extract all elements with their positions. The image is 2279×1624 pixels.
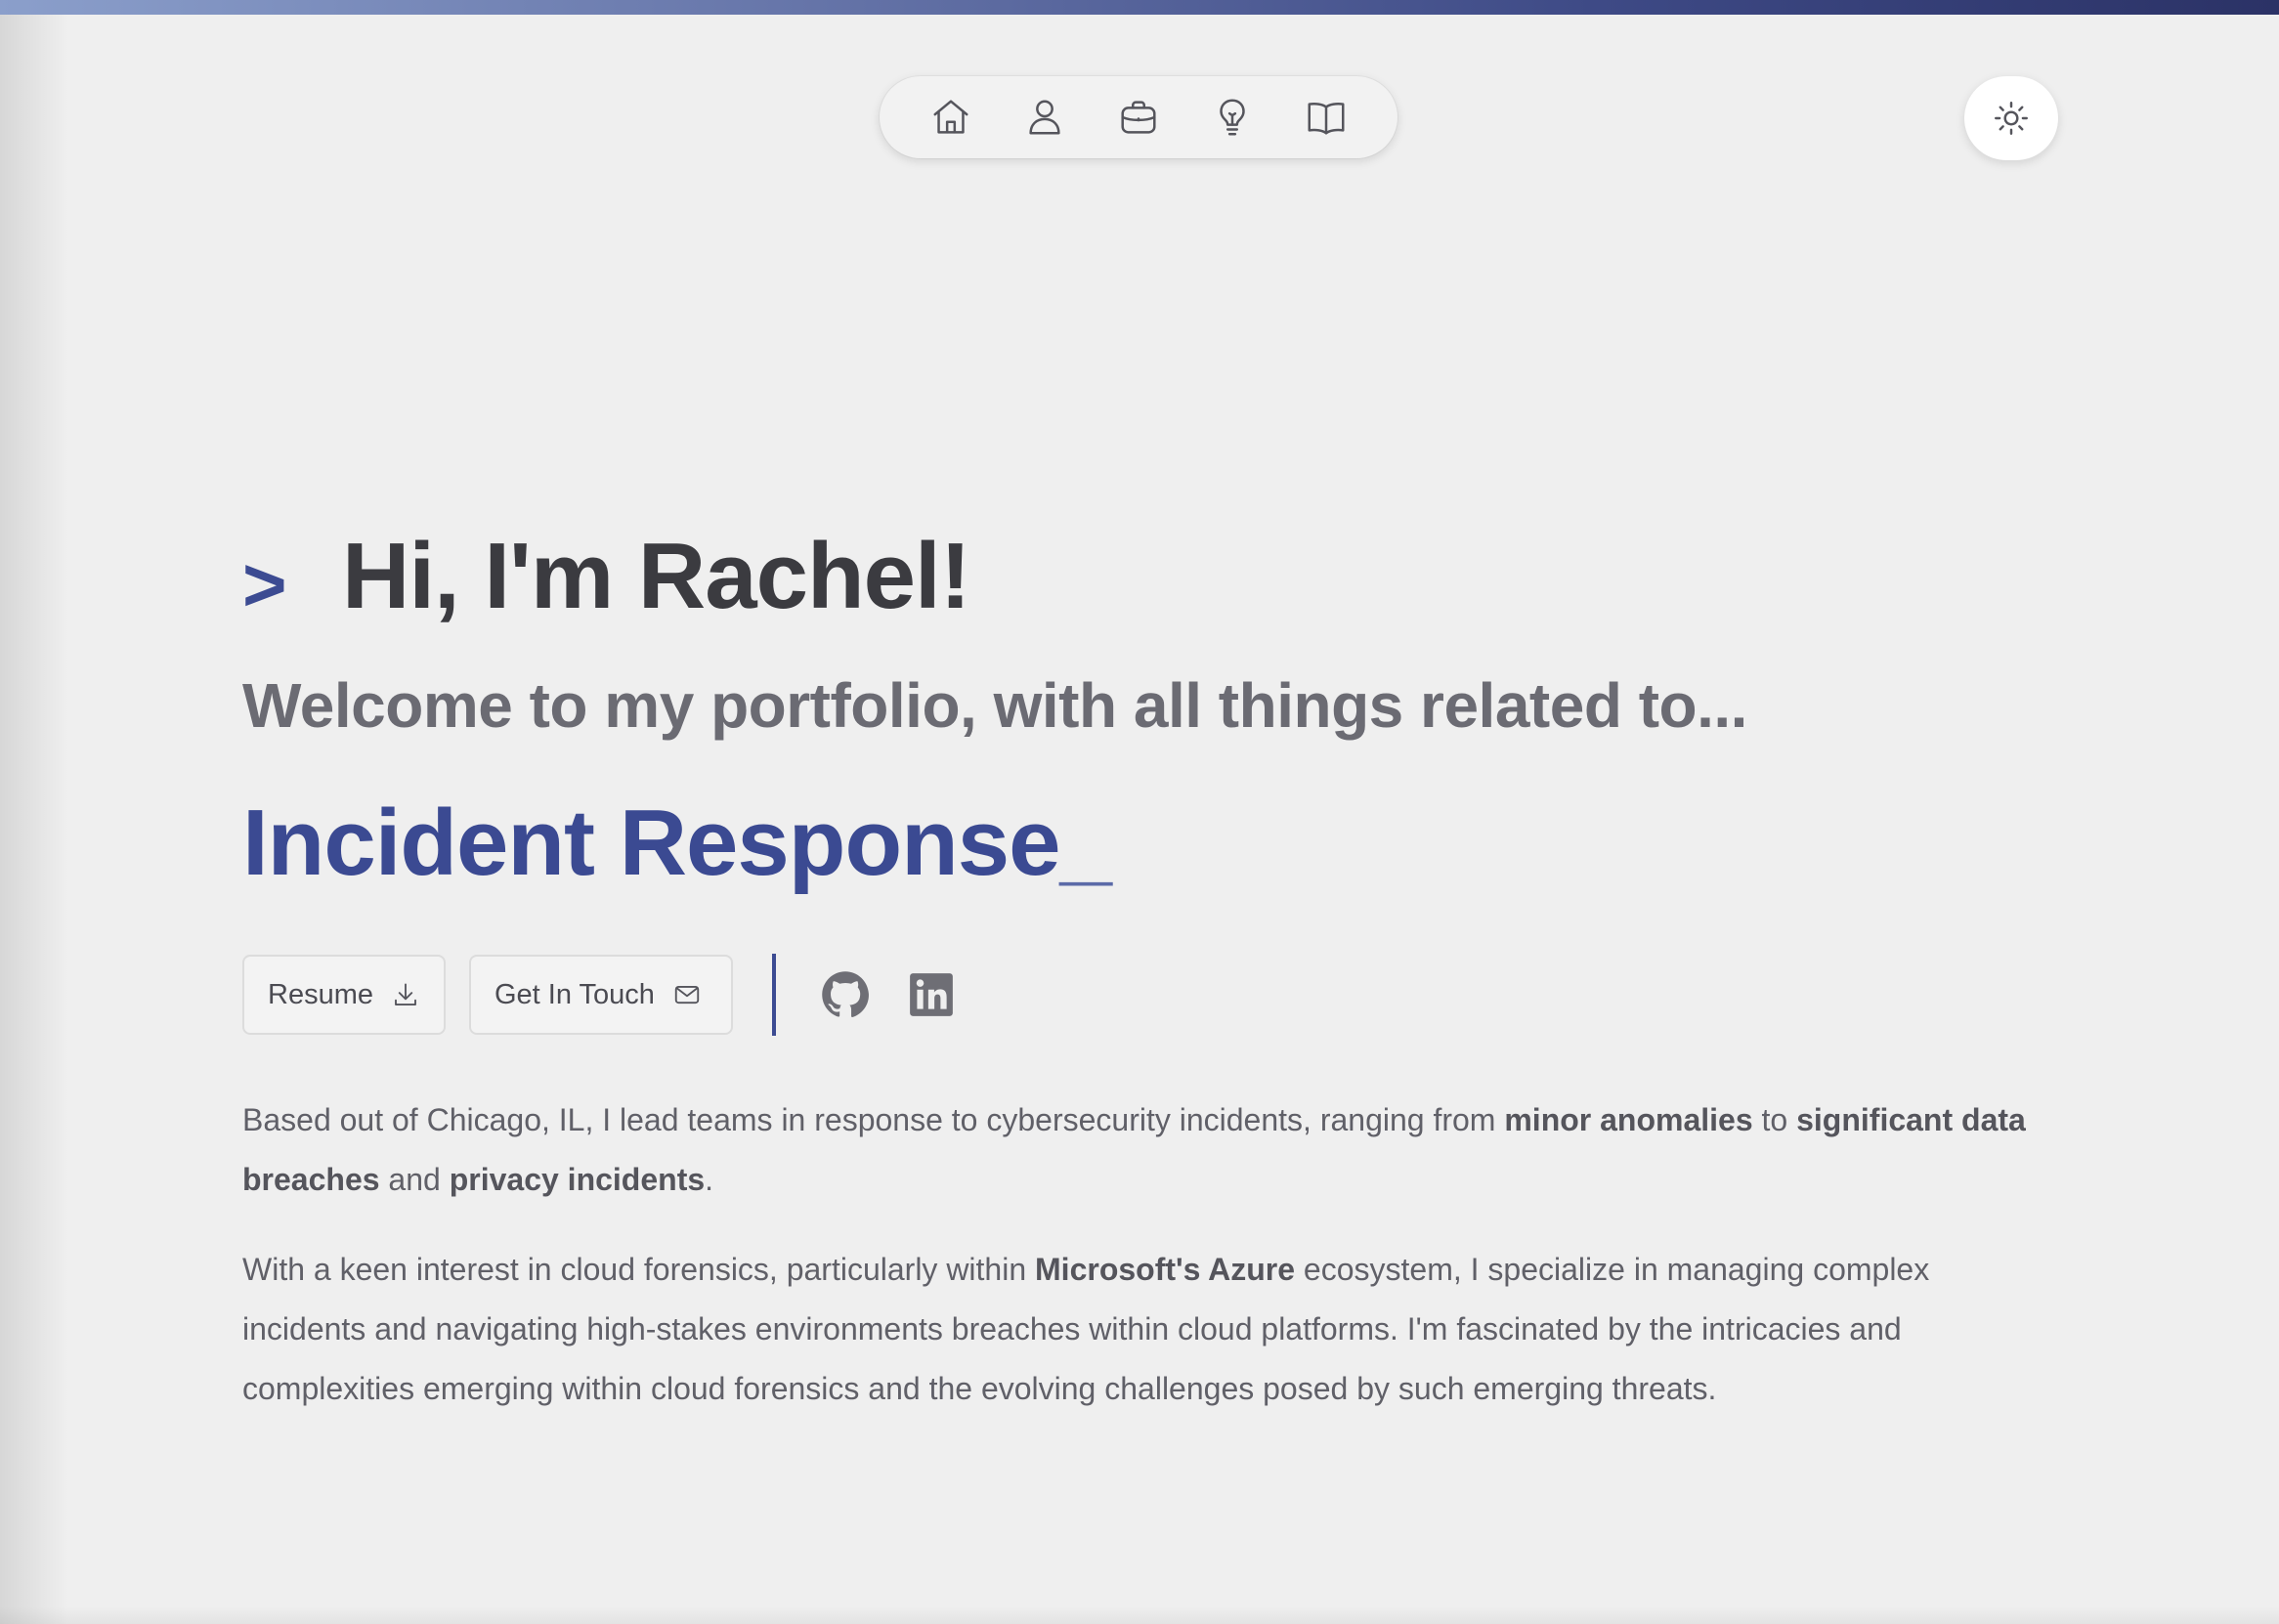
bottom-edge-shadow — [0, 1606, 2279, 1624]
github-icon — [822, 971, 869, 1018]
left-edge-shadow — [0, 15, 68, 1624]
main-nav — [880, 76, 1398, 158]
top-gradient-bar — [0, 0, 2279, 15]
about-paragraph-2: With a keen interest in cloud forensics,… — [242, 1240, 2060, 1419]
linkedin-link[interactable] — [905, 968, 958, 1021]
action-divider — [772, 954, 776, 1036]
role-typewriter: Incident Response_ — [242, 796, 1112, 890]
action-row: Resume Get In Touch — [242, 954, 958, 1036]
lightbulb-icon — [1220, 99, 1245, 136]
linkedin-icon — [910, 973, 953, 1016]
download-icon — [395, 983, 416, 1005]
role-text: Incident Response — [242, 791, 1060, 895]
about-p1-text: . — [705, 1162, 714, 1197]
hero-section: > Hi, I'm Rachel! Welcome to my portfoli… — [242, 518, 2060, 1406]
github-link[interactable] — [819, 968, 872, 1021]
about-p2-text: With a keen interest in cloud forensics,… — [242, 1252, 1036, 1287]
resume-button[interactable]: Resume — [242, 955, 446, 1035]
home-icon — [933, 100, 968, 134]
about-p2-bold: Microsoft's Azure — [1035, 1252, 1296, 1287]
greeting-row: > Hi, I'm Rachel! — [242, 518, 2060, 635]
about-p1-text: Based out of Chicago, IL, I lead teams i… — [242, 1102, 1505, 1137]
sun-icon — [1995, 102, 2028, 135]
typing-cursor: _ — [1059, 791, 1112, 895]
nav-projects[interactable] — [1207, 92, 1258, 143]
user-icon — [1029, 100, 1060, 135]
theme-toggle-button[interactable] — [1964, 76, 2058, 160]
about-p1-text: to — [1752, 1102, 1797, 1137]
mail-icon — [674, 985, 700, 1004]
resume-label: Resume — [268, 978, 373, 1010]
nav-blog[interactable] — [1301, 92, 1352, 143]
get-in-touch-button[interactable]: Get In Touch — [469, 955, 733, 1035]
about-p1-bold: minor anomalies — [1504, 1102, 1753, 1137]
nav-home[interactable] — [925, 92, 976, 143]
about-paragraph-1: Based out of Chicago, IL, I lead teams i… — [242, 1090, 2060, 1210]
nav-experience[interactable] — [1113, 92, 1164, 143]
about-p1-text: and — [379, 1162, 450, 1197]
get-in-touch-label: Get In Touch — [494, 978, 655, 1010]
prompt-symbol: > — [242, 541, 287, 627]
page-title: Hi, I'm Rachel! — [342, 524, 971, 628]
briefcase-icon — [1121, 101, 1156, 134]
book-icon — [1308, 102, 1345, 135]
about-p1-bold: privacy incidents — [449, 1162, 706, 1197]
welcome-subtitle: Welcome to my portfolio, with all things… — [242, 670, 1747, 741]
nav-about[interactable] — [1019, 92, 1070, 143]
